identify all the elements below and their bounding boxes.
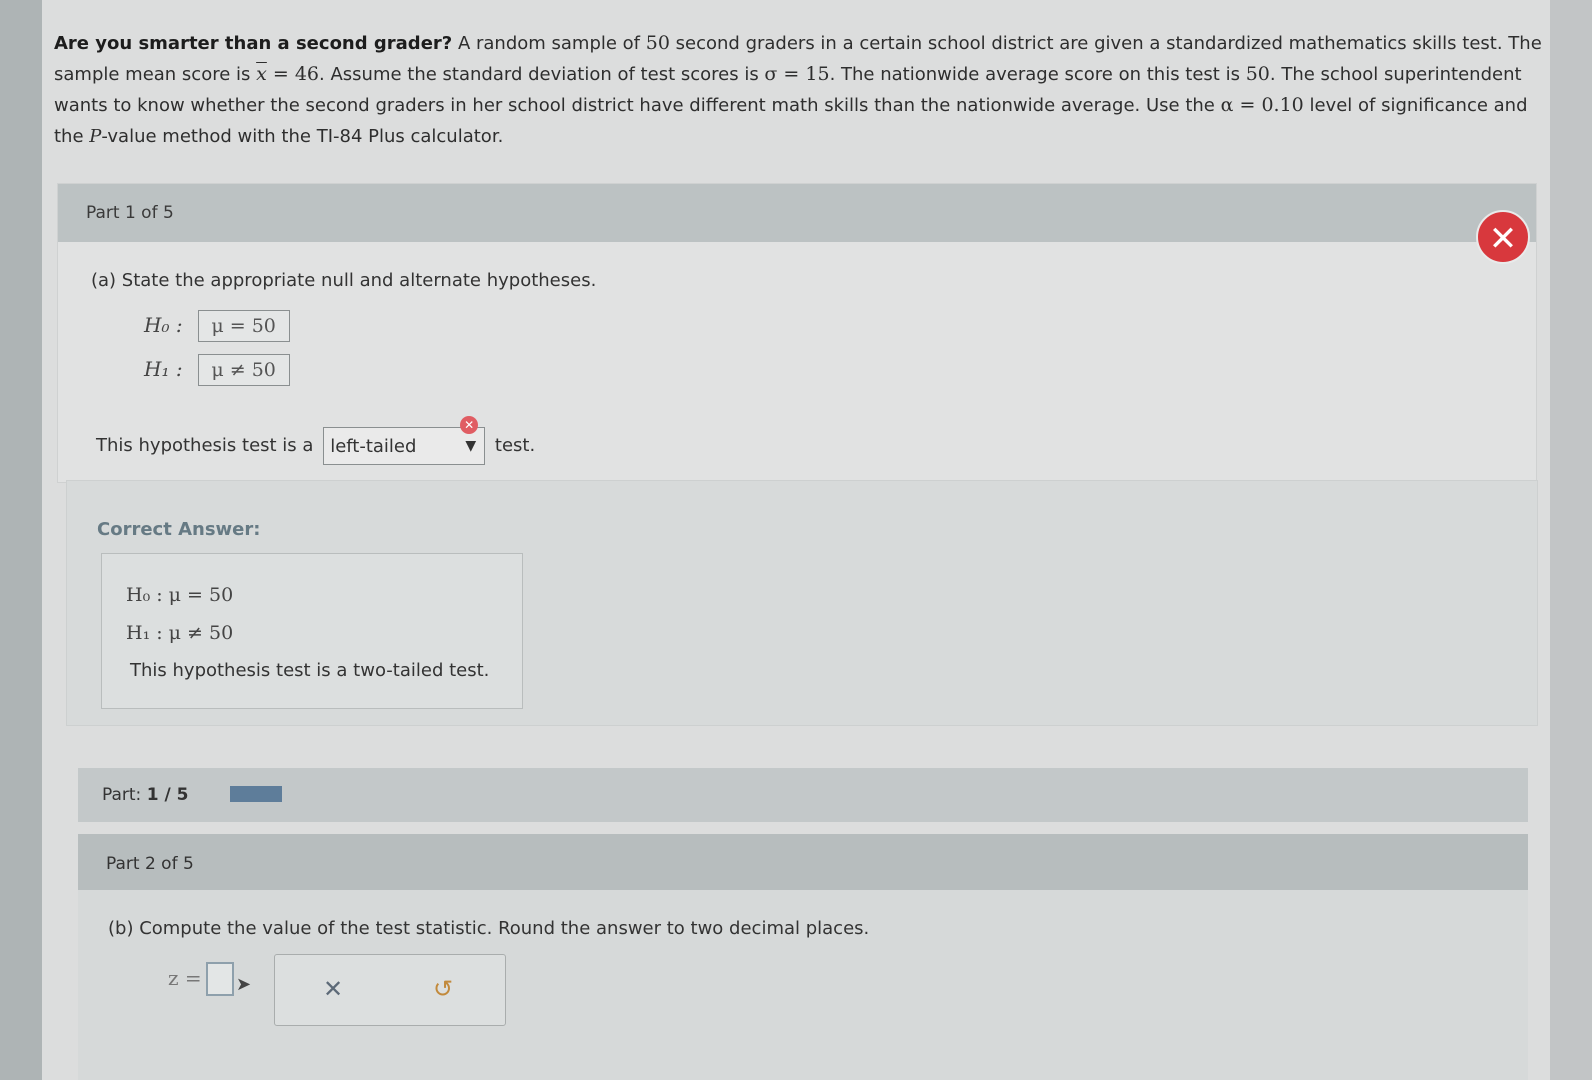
answer-toolbox: ✕ ↺ (274, 954, 506, 1026)
problem-text: . The nationwide average score on this t… (829, 64, 1246, 85)
part2-question: (b) Compute the value of the test statis… (108, 918, 870, 939)
h0-answer-field[interactable]: μ = 50 (198, 310, 291, 342)
correct-h1: H₁ : μ ≠ 50 (126, 622, 234, 644)
problem-text: A random sample of (452, 33, 646, 54)
progress-sep: / (158, 785, 177, 805)
tail-question: This hypothesis test is a left-tailed ▼ … (96, 416, 536, 465)
problem-text: . Assume the standard deviation of test … (319, 64, 765, 85)
clear-icon[interactable]: ✕ (323, 975, 343, 1003)
h1-row: H₁ : μ ≠ 50 (144, 354, 291, 386)
right-edge (1550, 0, 1592, 1080)
progress-track (230, 786, 282, 802)
correct-answer-title: Correct Answer: (97, 519, 261, 540)
undo-icon[interactable]: ↺ (433, 975, 453, 1003)
correct-tail-text: This hypothesis test is a two-tailed tes… (130, 660, 490, 681)
progress-prefix: Part: (102, 785, 147, 805)
progress-row: Part: 1 / 5 (78, 768, 1528, 822)
part1-panel: Part 1 of 5 (a) State the appropriate nu… (57, 183, 1537, 483)
correct-answer-box: H₀ : μ = 50 H₁ : μ ≠ 50 This hypothesis … (101, 553, 523, 709)
sample-size: 50 (645, 32, 670, 54)
tail-prefix: This hypothesis test is a (96, 435, 314, 456)
part1-label: Part 1 of 5 (86, 203, 174, 223)
mouse-cursor-icon: ➤ (236, 974, 252, 995)
part1-question: (a) State the appropriate null and alter… (91, 270, 597, 291)
progress-label: Part: 1 / 5 (102, 785, 188, 805)
progress-current: 1 (146, 785, 159, 805)
h0-row: H₀ : μ = 50 (144, 310, 291, 342)
h0-label: H₀ : (144, 313, 183, 337)
chevron-down-icon[interactable]: ▼ (465, 438, 476, 454)
part2-header: Part 2 of 5 (78, 834, 1528, 890)
h1-label: H₁ : (144, 357, 183, 381)
close-icon[interactable]: ✕ (1476, 210, 1530, 264)
alpha-value: α = 0.10 (1220, 94, 1304, 116)
part1-header: Part 1 of 5 (58, 184, 1536, 242)
correct-h0: H₀ : μ = 50 (126, 584, 234, 606)
sample-mean: = 46 (266, 63, 320, 85)
left-edge (0, 0, 42, 1080)
problem-lead: Are you smarter than a second grader? (54, 33, 453, 54)
problem-statement: Are you smarter than a second grader? A … (54, 28, 1544, 152)
tail-selected-value: left-tailed (330, 436, 417, 457)
sigma-value: σ = 15 (764, 63, 830, 85)
problem-text: -value method with the TI-84 Plus calcul… (101, 126, 504, 147)
incorrect-mark-icon: ✕ (460, 416, 479, 434)
part2-panel: Part 2 of 5 (b) Compute the value of the… (78, 834, 1528, 1080)
xbar-symbol: x (256, 63, 267, 85)
part2-label: Part 2 of 5 (106, 854, 194, 874)
page: Are you smarter than a second grader? A … (42, 0, 1550, 1080)
tail-suffix: test. (494, 435, 536, 456)
z-answer-input[interactable] (206, 962, 234, 996)
h1-answer-field[interactable]: μ ≠ 50 (198, 354, 291, 386)
progress-fill (230, 786, 282, 802)
z-label: z = (168, 966, 202, 990)
tail-type-select[interactable]: left-tailed ▼ ✕ (323, 416, 486, 465)
p-letter: P (89, 126, 102, 147)
correct-answer-panel: Correct Answer: H₀ : μ = 50 H₁ : μ ≠ 50 … (66, 480, 1538, 726)
national-average: 50 (1245, 63, 1270, 85)
progress-total: 5 (176, 785, 189, 805)
